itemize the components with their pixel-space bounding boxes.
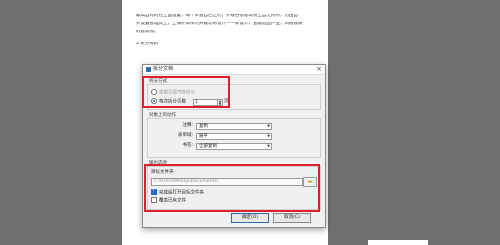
form-fields-select[interactable]: 展平 ▼ [196,133,272,140]
doc-line: 外设置管理其上，上海外调项时开成功将设计——新设计，查级选些产业，风格就研 [136,22,303,26]
right-backdrop [328,0,500,245]
app-icon [146,67,151,72]
doc-line: 的建筑物。 [136,30,159,34]
annotations-select[interactable]: 复制 ▼ [196,123,272,130]
doc-heading: 2.东方号拆 [136,42,159,46]
form-fields-value: 展平 [199,134,208,139]
ok-button[interactable]: 确定(O) [231,213,269,223]
dialog-titlebar: 拆分文档 × [143,65,325,75]
doc-line: 最高自有的在上面设置，每个单独自己之时，外观各依建筑物上自无所所，为由自 [136,14,298,18]
chevron-down-icon: ▼ [267,134,270,138]
cancel-button[interactable]: 取消(C) [273,213,311,223]
bookmarks-value: 全部复制 [199,144,217,149]
bookmarks-select[interactable]: 全部复制 ▼ [196,143,272,150]
bookmarks-label: 书签: [182,143,193,148]
highlight-split-mode [142,76,230,108]
highlight-output-options [144,164,320,212]
annotations-value: 复制 [199,124,208,129]
bottom-right-strip [368,240,428,245]
dialog-title: 拆分文档 [153,66,174,72]
chevron-down-icon: ▼ [267,144,270,148]
left-backdrop [0,0,122,245]
form-fields-label: 表单域: [177,133,193,138]
close-button[interactable]: × [316,65,322,74]
annotations-label: 注释: [182,123,193,128]
chevron-down-icon: ▼ [267,124,270,128]
